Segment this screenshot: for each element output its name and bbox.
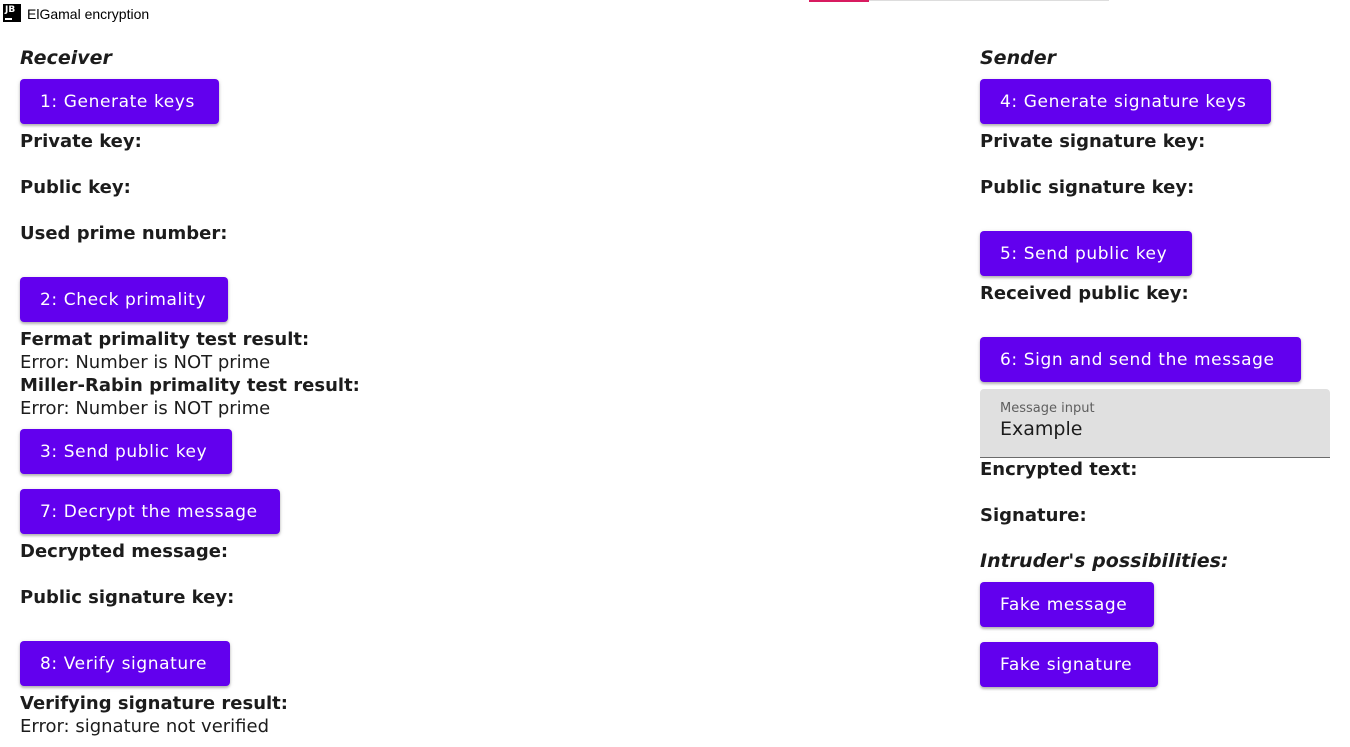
decrypt-message-button[interactable]: 7: Decrypt the message: [20, 489, 280, 534]
app-logo-text: JB: [5, 5, 16, 15]
sender-send-public-key-button[interactable]: 5: Send public key: [980, 231, 1192, 276]
verifying-result-label: Verifying signature result:: [20, 693, 288, 714]
signature-label: Signature:: [980, 505, 1087, 526]
generate-signature-keys-button[interactable]: 4: Generate signature keys: [980, 79, 1271, 124]
receiver-heading: Receiver: [20, 47, 112, 69]
private-signature-key-label: Private signature key:: [980, 131, 1206, 152]
generate-keys-button[interactable]: 1: Generate keys: [20, 79, 219, 124]
decrypted-message-label: Decrypted message:: [20, 541, 229, 562]
verifying-result-value: Error: signature not verified: [20, 716, 270, 737]
app-logo-underline: [5, 18, 12, 20]
verify-signature-button[interactable]: 8: Verify signature: [20, 641, 230, 686]
check-primality-button[interactable]: 2: Check primality: [20, 277, 228, 322]
fake-signature-button[interactable]: Fake signature: [980, 642, 1158, 687]
miller-rabin-result-value: Error: Number is NOT prime: [20, 398, 271, 419]
message-input[interactable]: [1000, 418, 1310, 440]
received-public-key-label: Received public key:: [980, 283, 1189, 304]
public-key-label: Public key:: [20, 177, 131, 198]
encrypted-text-label: Encrypted text:: [980, 459, 1138, 480]
sender-heading: Sender: [980, 47, 1056, 69]
sender-public-signature-key-label: Public signature key:: [980, 177, 1195, 198]
fermat-result-value: Error: Number is NOT prime: [20, 352, 271, 373]
intruder-heading: Intruder's possibilities:: [980, 550, 1229, 572]
message-input-field[interactable]: Message input: [980, 389, 1330, 458]
used-prime-label: Used prime number:: [20, 223, 228, 244]
tab-indicator: [809, 0, 869, 2]
window-title: ElGamal encryption: [27, 6, 150, 22]
receiver-send-public-key-button[interactable]: 3: Send public key: [20, 429, 232, 474]
receiver-public-signature-key-label: Public signature key:: [20, 587, 235, 608]
title-bar: JB ElGamal encryption: [0, 0, 1350, 30]
private-key-label: Private key:: [20, 131, 142, 152]
miller-rabin-result-label: Miller-Rabin primality test result:: [20, 375, 360, 396]
sign-and-send-button[interactable]: 6: Sign and send the message: [980, 337, 1301, 382]
fermat-result-label: Fermat primality test result:: [20, 329, 310, 350]
message-input-label: Message input: [1000, 401, 1095, 416]
app-logo-icon: JB: [3, 4, 21, 22]
tab-track: [869, 0, 1109, 1]
fake-message-button[interactable]: Fake message: [980, 582, 1154, 627]
